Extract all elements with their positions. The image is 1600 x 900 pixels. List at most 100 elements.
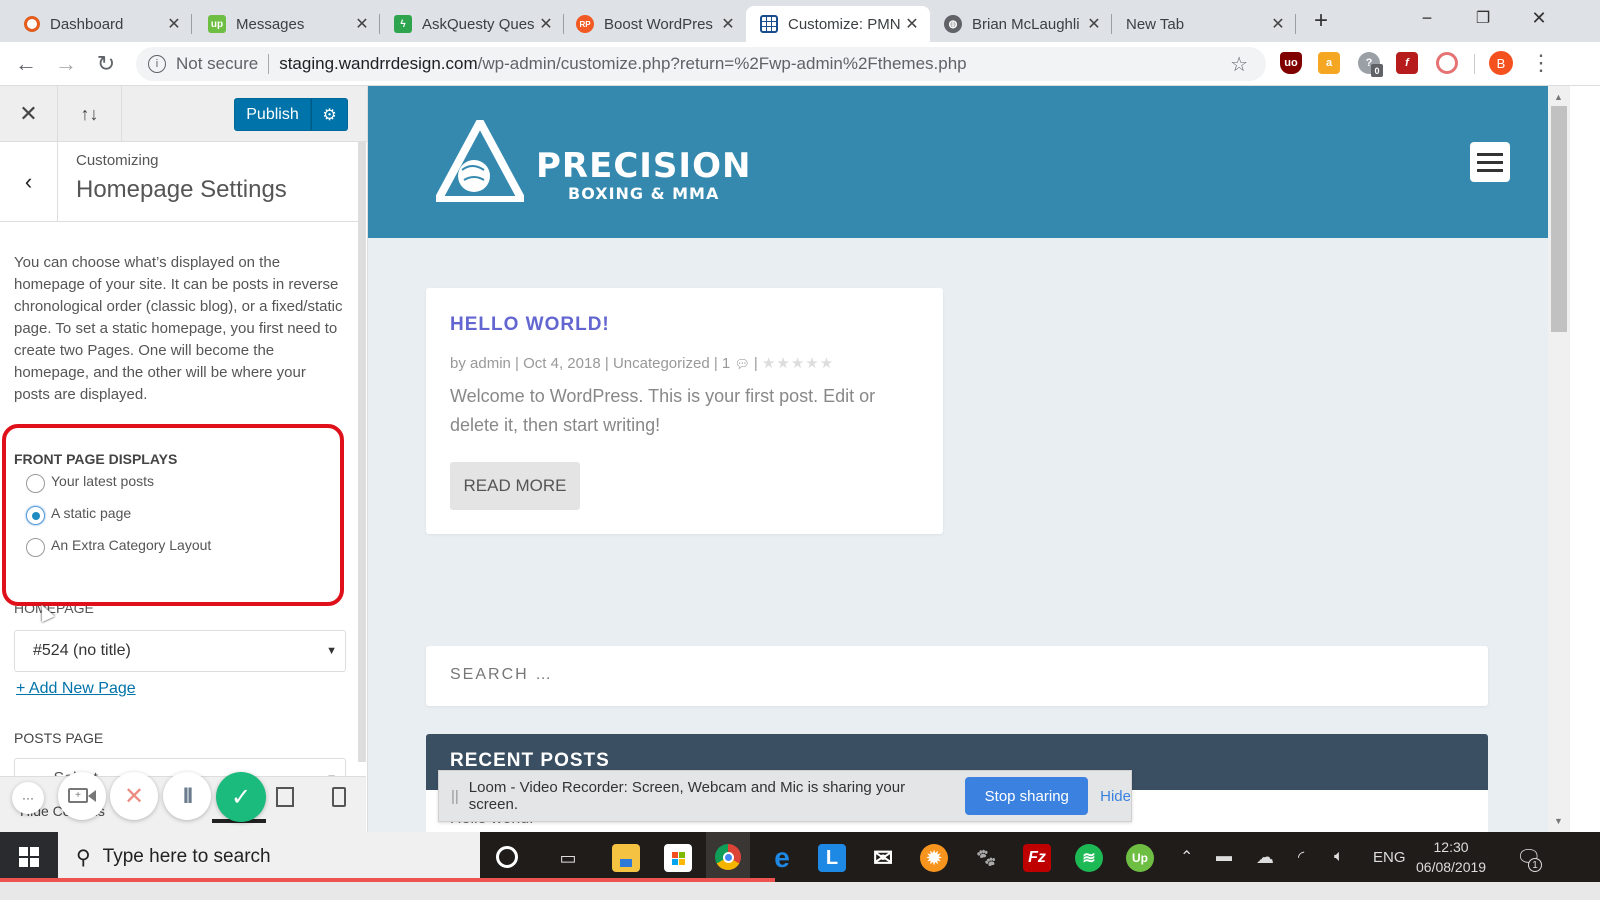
reorder-arrows-icon[interactable]: ↑↓ bbox=[58, 86, 122, 142]
close-tab-icon[interactable]: ✕ bbox=[1268, 14, 1288, 34]
close-tab-icon[interactable]: ✕ bbox=[902, 14, 922, 34]
minimize-button[interactable]: − bbox=[1400, 0, 1454, 36]
post-category[interactable]: Uncategorized bbox=[613, 355, 710, 372]
reload-icon[interactable]: ↻ bbox=[92, 50, 120, 78]
wifi-icon[interactable]: ◜ bbox=[1298, 832, 1304, 882]
mail-icon[interactable]: ✉ bbox=[869, 844, 897, 872]
post-title-link[interactable]: HELLO WORLD! bbox=[450, 314, 610, 336]
store-icon[interactable] bbox=[664, 844, 692, 872]
ublock-icon[interactable]: uo bbox=[1280, 52, 1302, 74]
tablet-preview-icon[interactable] bbox=[276, 787, 294, 807]
read-more-button[interactable]: READ MORE bbox=[450, 462, 580, 510]
lexicon-app-icon[interactable]: L bbox=[818, 844, 846, 872]
radio-button[interactable] bbox=[26, 538, 45, 557]
tab-dashboard[interactable]: Dashboard ✕ bbox=[0, 6, 192, 42]
post-comment-count[interactable]: 1 bbox=[722, 355, 730, 372]
back-arrow-icon[interactable]: ← bbox=[12, 50, 40, 78]
mobile-preview-icon[interactable] bbox=[332, 787, 346, 807]
start-button[interactable] bbox=[0, 832, 58, 882]
filezilla-icon[interactable]: Fz bbox=[1023, 844, 1051, 872]
power-battery-icon[interactable]: ▬ bbox=[1216, 832, 1232, 882]
radio-your-latest-posts[interactable]: Your latest posts bbox=[26, 468, 154, 493]
scrollbar-thumb[interactable] bbox=[1551, 106, 1567, 332]
close-customizer-icon[interactable]: ✕ bbox=[0, 86, 58, 142]
publish-settings-gear-icon[interactable]: ⚙ bbox=[311, 98, 348, 131]
clock[interactable]: 12:30 06/08/2019 bbox=[1416, 832, 1486, 882]
address-bar[interactable]: i Not secure staging.wandrrdesign.com /w… bbox=[136, 47, 1266, 81]
new-tab-button[interactable]: + bbox=[1306, 6, 1336, 36]
forward-arrow-icon[interactable]: → bbox=[52, 50, 80, 78]
help-badge-icon[interactable]: ? 0 bbox=[1358, 52, 1383, 77]
info-icon[interactable]: i bbox=[148, 55, 166, 73]
action-center-icon[interactable]: 🗨︎ 1 bbox=[1516, 832, 1542, 882]
onedrive-cloud-icon[interactable]: ☁ bbox=[1256, 832, 1274, 882]
dropdown-caret-icon: ▼ bbox=[326, 645, 337, 657]
loom-done-button[interactable]: ✓ bbox=[216, 772, 266, 822]
scroll-up-arrow-icon[interactable]: ▲ bbox=[1554, 92, 1563, 102]
rating-star-icon[interactable]: ★ bbox=[805, 355, 819, 372]
homepage-select[interactable]: #524 (no title) ▼ bbox=[14, 630, 346, 672]
tab-brian-mclaughlin[interactable]: ◍ Brian McLaughli ✕ bbox=[930, 6, 1112, 42]
notification-count-badge: 1 bbox=[1528, 858, 1542, 872]
rating-star-icon[interactable]: ★ bbox=[820, 355, 834, 372]
rating-star-icon[interactable]: ★ bbox=[762, 355, 776, 372]
stop-sharing-button[interactable]: Stop sharing bbox=[965, 777, 1089, 815]
close-tab-icon[interactable]: ✕ bbox=[352, 14, 372, 34]
language-indicator[interactable]: ENG bbox=[1373, 832, 1406, 882]
flash-icon[interactable]: f bbox=[1396, 52, 1418, 74]
close-tab-icon[interactable]: ✕ bbox=[718, 14, 738, 34]
close-tab-icon[interactable]: ✕ bbox=[164, 14, 184, 34]
post-author[interactable]: by admin bbox=[450, 355, 511, 372]
radio-button[interactable] bbox=[26, 474, 45, 493]
upwork-taskbar-icon[interactable]: Up bbox=[1126, 844, 1154, 872]
loom-more-button[interactable]: ··· bbox=[12, 782, 44, 814]
hamburger-menu-icon[interactable] bbox=[1470, 142, 1510, 182]
scroll-down-arrow-icon[interactable]: ▼ bbox=[1554, 816, 1563, 826]
tab-messages[interactable]: up Messages ✕ bbox=[192, 6, 380, 42]
menu-kebab-icon[interactable]: ⋮ bbox=[1530, 50, 1552, 76]
spotify-icon[interactable]: ≋ bbox=[1075, 844, 1103, 872]
rating-star-icon[interactable]: ★ bbox=[791, 355, 805, 372]
search-widget[interactable]: SEARCH … bbox=[426, 646, 1488, 706]
publish-button[interactable]: Publish bbox=[234, 98, 311, 131]
profile-avatar[interactable]: B bbox=[1489, 51, 1513, 75]
tab-boost-wordpress[interactable]: RP Boost WordPres ✕ bbox=[564, 6, 746, 42]
add-new-page-link[interactable]: + Add New Page bbox=[16, 680, 136, 698]
tab-new-tab[interactable]: New Tab ✕ bbox=[1112, 6, 1296, 42]
show-hidden-icons-chevron[interactable]: ⌃ bbox=[1180, 832, 1193, 882]
radio-button-selected[interactable] bbox=[26, 506, 45, 525]
preview-scrollbar[interactable]: ▲ ▼ bbox=[1548, 86, 1570, 832]
sidebar-scrollbar[interactable] bbox=[358, 142, 366, 762]
swirl-icon[interactable] bbox=[1436, 52, 1458, 74]
hide-banner-button[interactable]: Hide bbox=[1100, 788, 1131, 805]
shopping-bag-icon[interactable]: a bbox=[1318, 52, 1340, 74]
settings-wheel-icon[interactable]: ✹ bbox=[920, 844, 948, 872]
wp-circle-icon bbox=[24, 16, 40, 32]
cortana-icon[interactable] bbox=[496, 846, 518, 868]
loom-add-camera-button[interactable]: + bbox=[58, 772, 106, 820]
taskbar-search-box[interactable]: ⚲ Type here to search bbox=[58, 832, 480, 882]
restore-button[interactable]: ❐ bbox=[1456, 0, 1510, 36]
rating-star-icon[interactable]: ★ bbox=[776, 355, 790, 372]
bookmark-star-icon[interactable]: ☆ bbox=[1230, 52, 1248, 77]
site-logo-name[interactable]: PRECISION bbox=[536, 146, 751, 186]
tab-customize[interactable]: Customize: PMN ✕ bbox=[746, 6, 930, 42]
back-chevron-icon[interactable]: ‹ bbox=[0, 142, 58, 222]
edge-icon[interactable]: e bbox=[768, 842, 796, 873]
task-view-icon[interactable]: ▭ bbox=[554, 844, 582, 872]
loom-cancel-button[interactable]: ✕ bbox=[110, 772, 158, 820]
chrome-taskbar-button[interactable] bbox=[706, 832, 750, 882]
volume-icon[interactable]: 🔈︎ bbox=[1334, 832, 1344, 882]
browser-toolbar: ← → ↻ i Not secure staging.wandrrdesign.… bbox=[0, 42, 1600, 86]
radio-extra-category-layout[interactable]: An Extra Category Layout bbox=[26, 532, 211, 557]
close-tab-icon[interactable]: ✕ bbox=[1084, 14, 1104, 34]
drag-handle-icon[interactable]: || bbox=[451, 788, 459, 805]
file-explorer-icon[interactable] bbox=[612, 844, 640, 872]
posts-page-label: POSTS PAGE bbox=[14, 730, 104, 746]
close-tab-icon[interactable]: ✕ bbox=[536, 14, 556, 34]
tab-askquesty[interactable]: ϟ AskQuesty Ques ✕ bbox=[380, 6, 564, 42]
loom-pause-button[interactable]: II bbox=[163, 772, 211, 820]
window-close-button[interactable]: ✕ bbox=[1512, 0, 1566, 36]
radio-a-static-page[interactable]: A static page bbox=[26, 500, 131, 525]
gimp-icon[interactable]: 🐾︎ bbox=[972, 844, 1000, 872]
